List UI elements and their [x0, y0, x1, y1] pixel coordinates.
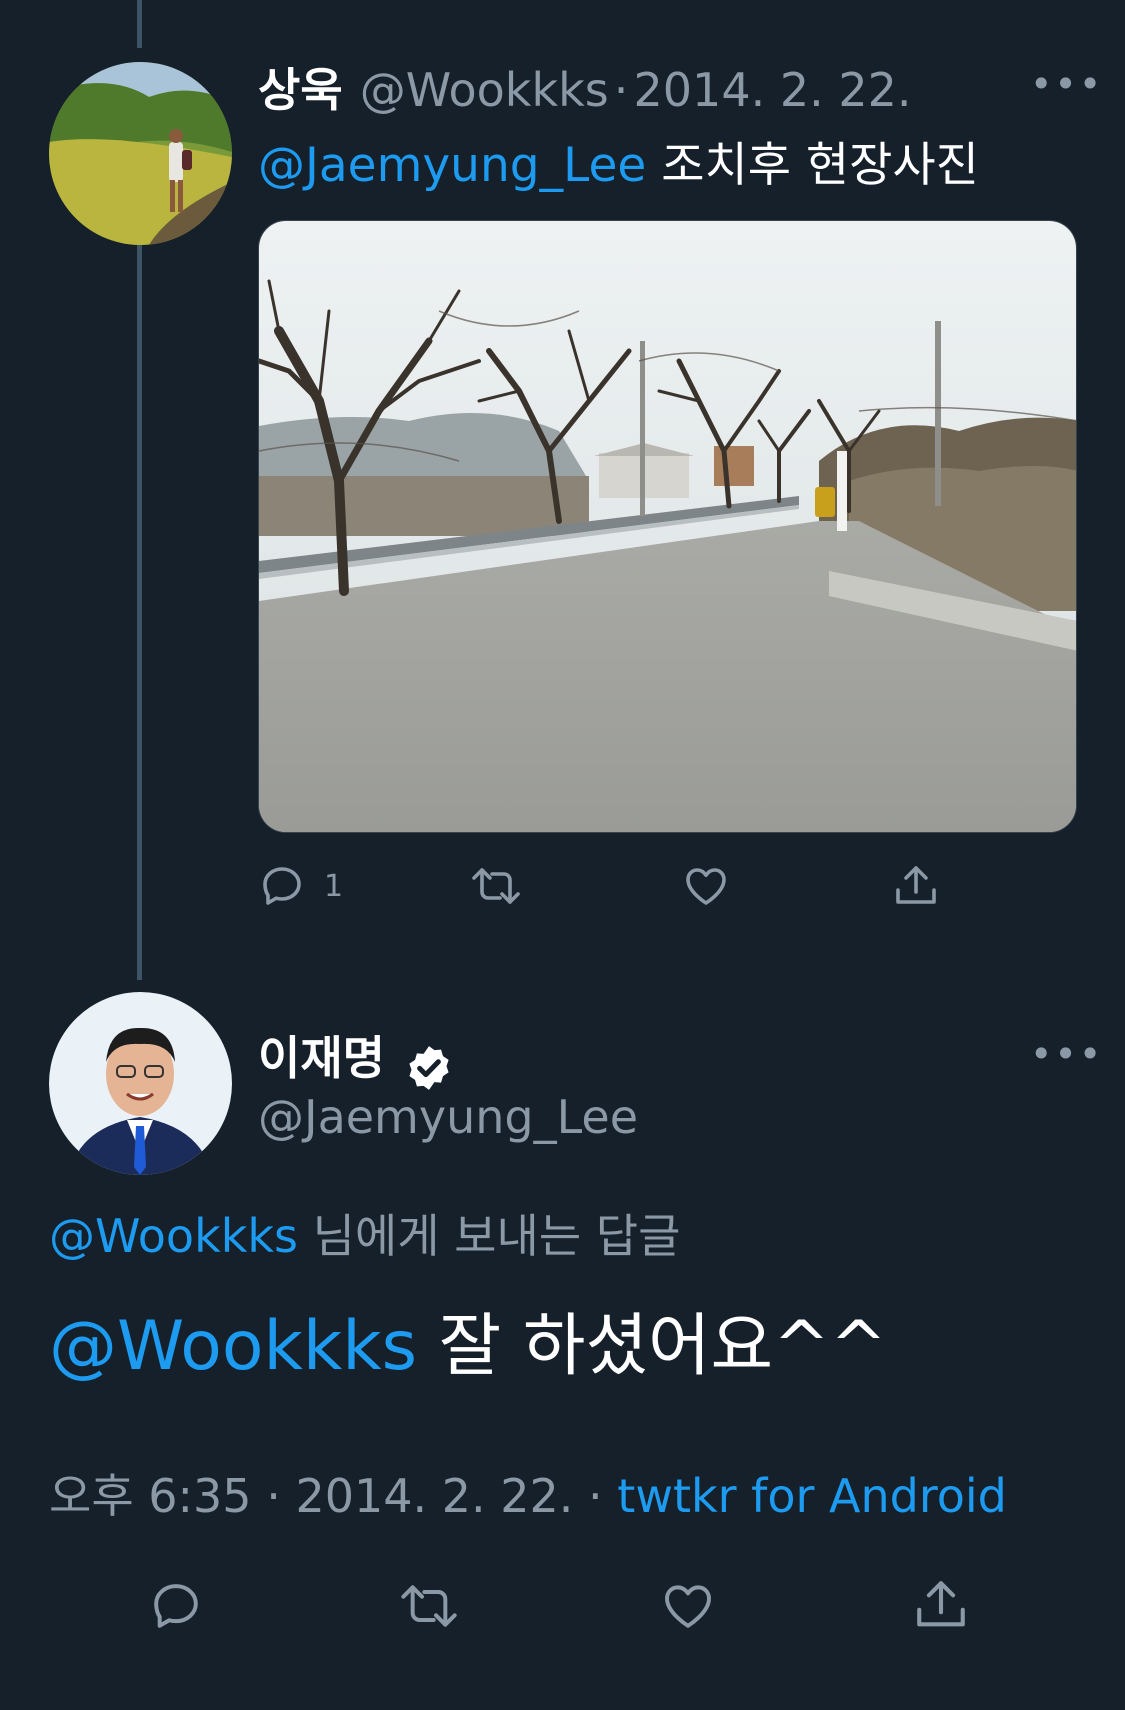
parent-avatar[interactable]: [49, 62, 232, 245]
main-more-icon[interactable]: •••: [1030, 1032, 1103, 1076]
replying-to-suffix: 님에게 보내는 답글: [297, 1209, 681, 1263]
main-text-body: 잘 하셨어요^^: [417, 1307, 888, 1386]
main-share-button[interactable]: [912, 1576, 970, 1634]
tweet-thread-screen: 상욱 @Wookkks · 2014. 2. 22. ••• @Jaemyung…: [0, 0, 1125, 1710]
main-mention-link[interactable]: @Wookkks: [49, 1307, 417, 1386]
main-retweet-button[interactable]: [398, 1578, 460, 1634]
meta-separator-2: ·: [588, 1469, 603, 1523]
thread-line-top: [137, 0, 142, 48]
retweet-icon: [401, 1585, 457, 1627]
parent-separator: ·: [613, 63, 629, 117]
verified-badge-icon: [404, 1043, 454, 1097]
tweet-meta-line: 오후 6:35 · 2014. 2. 22. · twtkr for Andro…: [49, 1460, 1007, 1526]
share-icon: [917, 1581, 965, 1627]
parent-text-body: 조치후 현장사진: [646, 138, 979, 193]
parent-mention-link[interactable]: @Jaemyung_Lee: [258, 138, 646, 193]
meta-separator: ·: [266, 1469, 281, 1523]
tweet-source-link[interactable]: twtkr for Android: [617, 1469, 1007, 1523]
main-like-button[interactable]: [660, 1578, 716, 1634]
parent-header: 상욱 @Wookkks · 2014. 2. 22.: [258, 54, 912, 120]
parent-like-button[interactable]: [682, 862, 730, 910]
replying-to-line: @Wookkks 님에게 보내는 답글: [49, 1200, 680, 1266]
parent-more-icon[interactable]: •••: [1030, 62, 1103, 106]
main-display-name[interactable]: 이재명: [258, 1031, 385, 1085]
like-icon: [665, 1585, 711, 1628]
main-avatar[interactable]: [49, 992, 232, 1175]
tweet-time[interactable]: 오후 6:35: [49, 1469, 252, 1523]
parent-display-name[interactable]: 상욱: [258, 63, 343, 117]
share-icon: [896, 866, 936, 904]
replying-to-handle-link[interactable]: @Wookkks: [49, 1209, 298, 1263]
reply-icon: [154, 1584, 198, 1628]
parent-tweet-text: @Jaemyung_Lee 조치후 현장사진: [258, 126, 979, 195]
parent-retweet-button[interactable]: [470, 862, 522, 910]
parent-handle[interactable]: @Wookkks: [360, 63, 609, 117]
retweet-icon: [472, 868, 520, 904]
parent-share-button[interactable]: [892, 862, 940, 910]
parent-reply-button[interactable]: 1: [258, 862, 343, 910]
main-header-name-row: 이재명: [258, 1022, 454, 1097]
parent-date[interactable]: 2014. 2. 22.: [634, 63, 912, 117]
like-icon: [686, 868, 726, 905]
main-tweet-text: @Wookkks 잘 하셨어요^^: [49, 1290, 887, 1389]
parent-reply-count: 1: [324, 868, 344, 904]
tweet-date[interactable]: 2014. 2. 22.: [295, 1469, 573, 1523]
tweet-media-photo[interactable]: [258, 220, 1077, 833]
main-handle[interactable]: @Jaemyung_Lee: [258, 1090, 638, 1144]
thread-line: [137, 245, 142, 980]
reply-icon: [263, 867, 301, 905]
main-reply-button[interactable]: [148, 1578, 204, 1634]
